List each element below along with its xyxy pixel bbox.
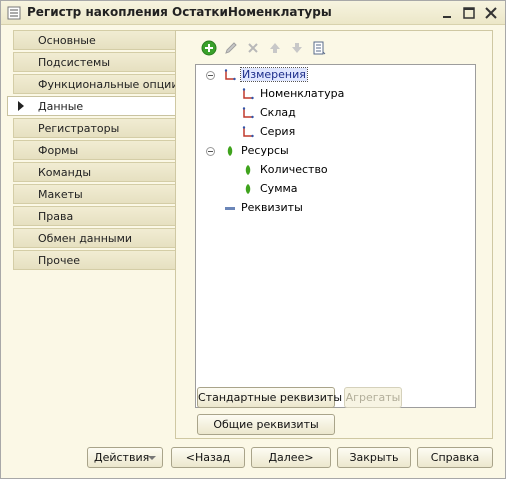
sidebar-item-label: Формы (38, 144, 79, 157)
next-button[interactable]: Далее> (251, 447, 331, 468)
tree-label-dimension: Серия (260, 125, 296, 138)
dimension-icon (242, 88, 254, 100)
standard-attributes-button[interactable]: Стандартные реквизиты (197, 387, 342, 408)
sidebar-item-label: Функциональные опции (38, 78, 179, 91)
sidebar-item-registrators[interactable]: Регистраторы (13, 118, 175, 138)
data-panel: Измерения Номенклатура Склад Серия Ресур… (175, 30, 493, 439)
sidebar-item-data[interactable]: Данные (7, 96, 175, 116)
sidebar-item-label: Прочее (38, 254, 81, 267)
delete-icon[interactable] (244, 39, 262, 57)
actions-button-label: Действия (94, 451, 150, 464)
sidebar-item-label: Команды (38, 166, 92, 179)
sidebar-item-label: Подсистемы (38, 56, 111, 69)
minimize-icon[interactable] (439, 5, 455, 21)
data-tree[interactable]: Измерения Номенклатура Склад Серия Ресур… (195, 64, 476, 408)
tree-row-dimension[interactable]: Номенклатура (204, 86, 404, 104)
aggregates-button[interactable]: Агрегаты (344, 387, 402, 408)
tree-label-resources: Ресурсы (241, 144, 289, 157)
close-button[interactable]: Закрыть (337, 447, 411, 468)
back-button[interactable]: <Назад (171, 447, 245, 468)
tree-label-dimension: Номенклатура (260, 87, 345, 100)
tree-row-resource[interactable]: Количество (204, 162, 404, 180)
chevron-down-icon (148, 456, 156, 460)
sidebar-item-templates[interactable]: Макеты (13, 184, 175, 204)
collapse-toggle-icon[interactable] (206, 147, 215, 156)
sidebar-item-functional-options[interactable]: Функциональные опции (13, 74, 179, 94)
register-window: Регистр накопления ОстаткиНоменклатуры О… (0, 0, 506, 479)
resource-icon (245, 165, 251, 175)
tree-label-resource: Сумма (260, 182, 298, 195)
sidebar-item-data-exchange[interactable]: Обмен данными (13, 228, 175, 248)
sidebar-item-other[interactable]: Прочее (13, 250, 175, 270)
sidebar-item-rights[interactable]: Права (13, 206, 175, 226)
tree-row-resource[interactable]: Сумма (204, 181, 404, 199)
dimension-icon (224, 69, 236, 81)
resource-icon (227, 146, 233, 156)
sidebar-nav: Основные Подсистемы Функциональные опции… (7, 30, 179, 272)
tree-row-attributes[interactable]: Реквизиты (204, 200, 404, 218)
common-attributes-button[interactable]: Общие реквизиты (197, 414, 335, 435)
sidebar-item-subsystems[interactable]: Подсистемы (13, 52, 175, 72)
dimension-icon (242, 126, 254, 138)
accumulation-register-icon (7, 6, 21, 20)
list-icon[interactable] (310, 39, 328, 57)
actions-button[interactable]: Действия (87, 447, 163, 468)
tree-row-dimension[interactable]: Серия (204, 124, 404, 142)
sidebar-item-commands[interactable]: Команды (13, 162, 175, 182)
sidebar-item-label: Данные (38, 100, 84, 113)
dimension-icon (242, 107, 254, 119)
sidebar-item-basic[interactable]: Основные (13, 30, 175, 50)
tree-row-dimensions[interactable]: Измерения (204, 67, 404, 85)
move-up-icon[interactable] (266, 39, 284, 57)
close-icon[interactable] (483, 5, 499, 21)
sidebar-item-forms[interactable]: Формы (13, 140, 175, 160)
collapse-toggle-icon[interactable] (206, 71, 215, 80)
tree-row-resources[interactable]: Ресурсы (204, 143, 404, 161)
add-icon[interactable] (200, 39, 218, 57)
tree-label-attributes: Реквизиты (241, 201, 303, 214)
sidebar-item-label: Основные (38, 34, 96, 47)
sidebar-item-label: Регистраторы (38, 122, 120, 135)
help-button[interactable]: Справка (417, 447, 493, 468)
sidebar-item-label: Права (38, 210, 74, 223)
edit-icon[interactable] (222, 39, 240, 57)
title-bar[interactable]: Регистр накопления ОстаткиНоменклатуры (1, 1, 505, 25)
tree-label-resource: Количество (260, 163, 328, 176)
move-down-icon[interactable] (288, 39, 306, 57)
attribute-icon (225, 207, 235, 210)
maximize-icon[interactable] (461, 5, 477, 21)
resource-icon (245, 184, 251, 194)
active-marker-icon (18, 101, 24, 111)
tree-label-dimensions: Измерения (240, 67, 308, 82)
window-title: Регистр накопления ОстаткиНоменклатуры (27, 5, 332, 19)
sidebar-item-label: Обмен данными (38, 232, 133, 245)
sidebar-item-label: Макеты (38, 188, 83, 201)
tree-label-dimension: Склад (260, 106, 296, 119)
tree-row-dimension[interactable]: Склад (204, 105, 404, 123)
